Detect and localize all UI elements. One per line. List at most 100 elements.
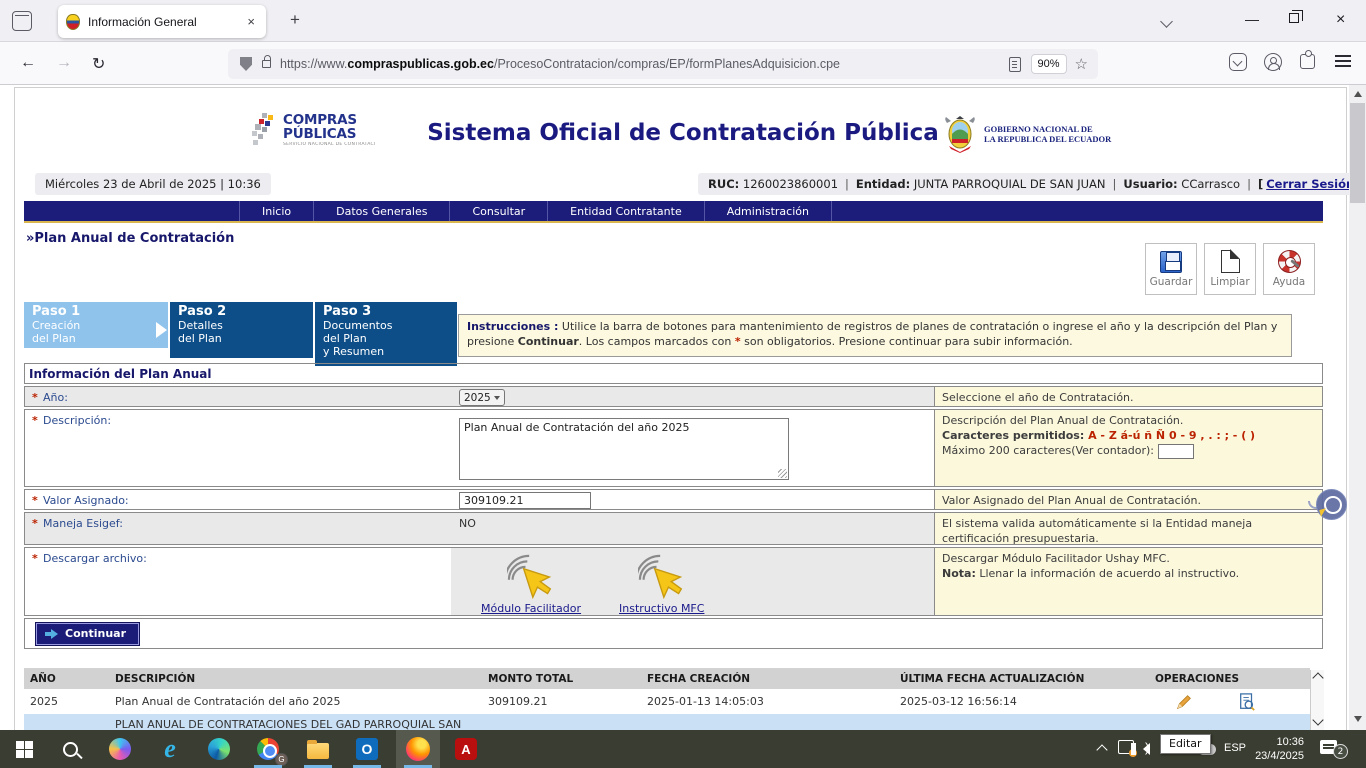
language-indicator[interactable]: ESP (1218, 742, 1252, 754)
step-2-detalles: Paso 2 Detalles del Plan (170, 302, 313, 358)
menu-item-entidad-contratante[interactable]: Entidad Contratante (547, 201, 704, 221)
table-scrollbar[interactable] (1310, 670, 1324, 730)
form-row-assigned-value: *Valor Asignado: 309109.21 Valor Asignad… (24, 489, 1323, 510)
firefox-view-icon[interactable] (12, 11, 32, 31)
scrollbar-thumb[interactable] (1350, 103, 1365, 203)
taskbar-search-button[interactable] (48, 730, 92, 768)
taskbar-date: 23/4/2025 (1252, 749, 1304, 763)
form-row-description: *Descripción: Plan Anual de Contratación… (24, 409, 1323, 487)
volume-icon[interactable] (1143, 743, 1150, 755)
address-bar[interactable]: https://www.compraspublicas.gob.ec/Proce… (228, 49, 1098, 79)
taskbar-outlook-button[interactable]: O (345, 730, 389, 768)
forward-button[interactable]: → (56, 54, 72, 72)
new-tab-button[interactable]: + (283, 10, 307, 30)
reload-button[interactable]: ↻ (92, 54, 105, 74)
datetime-display: Miércoles 23 de Abril de 2025 | 10:36 (35, 173, 271, 195)
year-select[interactable]: 2025 (459, 389, 505, 406)
search-icon (63, 742, 78, 757)
chars-allowed-label: Caracteres permitidos: (942, 429, 1084, 442)
scrollbar-up-arrow[interactable] (1354, 91, 1362, 97)
zoom-level-indicator[interactable]: 90% (1031, 54, 1067, 74)
taskbar-copilot-button[interactable] (98, 730, 142, 768)
menu-item-inicio[interactable]: Inicio (239, 201, 313, 221)
form-row-download: *Descargar archivo: Módulo Facilitador (24, 547, 1323, 616)
table-row[interactable]: 2025 Plan Anual de Contratación del año … (24, 689, 1310, 714)
cell-created: 2025-01-13 14:05:03 (641, 695, 894, 708)
taskbar-ie-button[interactable]: e (148, 730, 192, 768)
reader-mode-icon[interactable] (1009, 57, 1021, 72)
modulo-facilitador-link[interactable]: Módulo Facilitador (481, 602, 581, 615)
back-button[interactable]: ← (20, 54, 36, 72)
assigned-value-input[interactable]: 309109.21 (459, 492, 591, 509)
window-minimize-button[interactable]: — (1245, 11, 1259, 27)
instructivo-mfc-link[interactable]: Instructivo MFC (619, 602, 704, 615)
window-close-button[interactable]: × (1336, 11, 1345, 29)
edit-pencil-icon[interactable] (1175, 693, 1193, 711)
start-button[interactable] (2, 730, 46, 768)
save-button[interactable]: Guardar (1145, 243, 1197, 295)
assigned-value-label: Valor Asignado: (43, 494, 129, 507)
download-note2: Llenar la información de acuerdo al inst… (976, 567, 1239, 580)
clear-button[interactable]: Limpiar (1204, 243, 1256, 295)
scroll-up-icon[interactable] (1312, 672, 1323, 683)
taskbar-acrobat-button[interactable]: A (444, 730, 488, 768)
chars-allowed-value: A - Z á-ú ñ Ñ 0 - 9 , . : ; - ( ) (1084, 429, 1255, 442)
tab-close-icon[interactable]: × (244, 14, 258, 29)
step-3-documentos: Paso 3 Documentos del Plan y Resumen (315, 302, 457, 366)
view-document-icon[interactable] (1238, 693, 1256, 711)
description-textarea[interactable]: Plan Anual de Contratación del año 2025 (459, 418, 789, 480)
extensions-icon[interactable] (1300, 54, 1315, 69)
window-restore-button[interactable] (1289, 13, 1299, 23)
table-header: AÑO DESCRIPCIÓN MONTO TOTAL FECHA CREACI… (24, 668, 1310, 689)
list-tabs-chevron-icon[interactable] (1160, 15, 1173, 28)
textarea-resize-grip[interactable] (778, 469, 787, 478)
max-chars-note: Máximo 200 caracteres(Ver contador): (942, 444, 1154, 457)
url-text[interactable]: https://www.compraspublicas.gob.ec/Proce… (280, 57, 1009, 71)
menu-item-datos-generales[interactable]: Datos Generales (313, 201, 449, 221)
scroll-down-icon[interactable] (1312, 714, 1323, 725)
col-header-monto: MONTO TOTAL (482, 673, 641, 685)
lifebuoy-help-icon (1278, 250, 1301, 273)
lock-icon[interactable] (262, 60, 271, 68)
taskbar-firefox-button[interactable] (396, 730, 440, 768)
help-button[interactable]: Ayuda (1263, 243, 1315, 295)
taskbar-chrome-button[interactable]: G (246, 730, 290, 768)
url-prefix: https://www. (280, 57, 347, 71)
menu-gold-divider (24, 221, 1323, 223)
tracking-shield-icon[interactable] (240, 57, 252, 71)
user-value: CCarrasco (1181, 177, 1240, 191)
edge-icon (208, 738, 230, 760)
browser-tab[interactable]: Información General × (58, 5, 266, 38)
download-modulo-facilitador[interactable]: Módulo Facilitador (481, 554, 581, 615)
taskbar-clock[interactable]: 10:36 23/4/2025 (1252, 735, 1304, 763)
floating-capture-widget[interactable] (1316, 489, 1347, 520)
cell-description: PLAN ANUAL DE CONTRATACIONES DEL GAD PAR… (109, 714, 482, 730)
app-menu-icon[interactable] (1335, 55, 1351, 57)
table-row-selected[interactable]: PLAN ANUAL DE CONTRATACIONES DEL GAD PAR… (24, 714, 1310, 730)
action-toolbar: Guardar Limpiar Ayuda (1145, 243, 1315, 295)
char-counter-input[interactable] (1158, 444, 1194, 459)
screen: Información General × + — × ← → ↻ https:… (0, 0, 1366, 768)
download-instructivo-mfc[interactable]: Instructivo MFC (619, 554, 704, 615)
ecuador-favicon-icon (66, 14, 80, 30)
menu-item-consultar[interactable]: Consultar (449, 201, 547, 221)
cell-updated: 2025-03-12 16:56:14 (894, 695, 1149, 708)
taskbar-explorer-button[interactable] (296, 730, 340, 768)
gov-text-line1: GOBIERNO NACIONAL DE (984, 124, 1111, 134)
page-scrollbar[interactable] (1349, 85, 1366, 730)
logout-link[interactable]: Cerrar Sesión (1266, 177, 1354, 191)
internet-explorer-icon: e (164, 738, 176, 760)
file-explorer-icon (307, 743, 329, 759)
site-title: Sistema Oficial de Contratación Pública (0, 120, 1366, 146)
tray-expand-chevron-icon[interactable] (1096, 744, 1107, 755)
save-to-pocket-icon[interactable] (1229, 53, 1247, 71)
menu-item-administracion[interactable]: Administración (704, 201, 832, 221)
taskbar-edge-button[interactable] (197, 730, 241, 768)
cell-year: 2025 (24, 695, 109, 708)
notification-count-badge: 2 (1333, 744, 1348, 759)
esigef-note: El sistema valida automáticamente si la … (934, 513, 1322, 544)
scrollbar-down-arrow[interactable] (1354, 716, 1362, 722)
continue-button[interactable]: Continuar (36, 623, 139, 645)
bookmark-star-icon[interactable]: ☆ (1075, 55, 1088, 73)
account-icon[interactable] (1264, 53, 1282, 71)
